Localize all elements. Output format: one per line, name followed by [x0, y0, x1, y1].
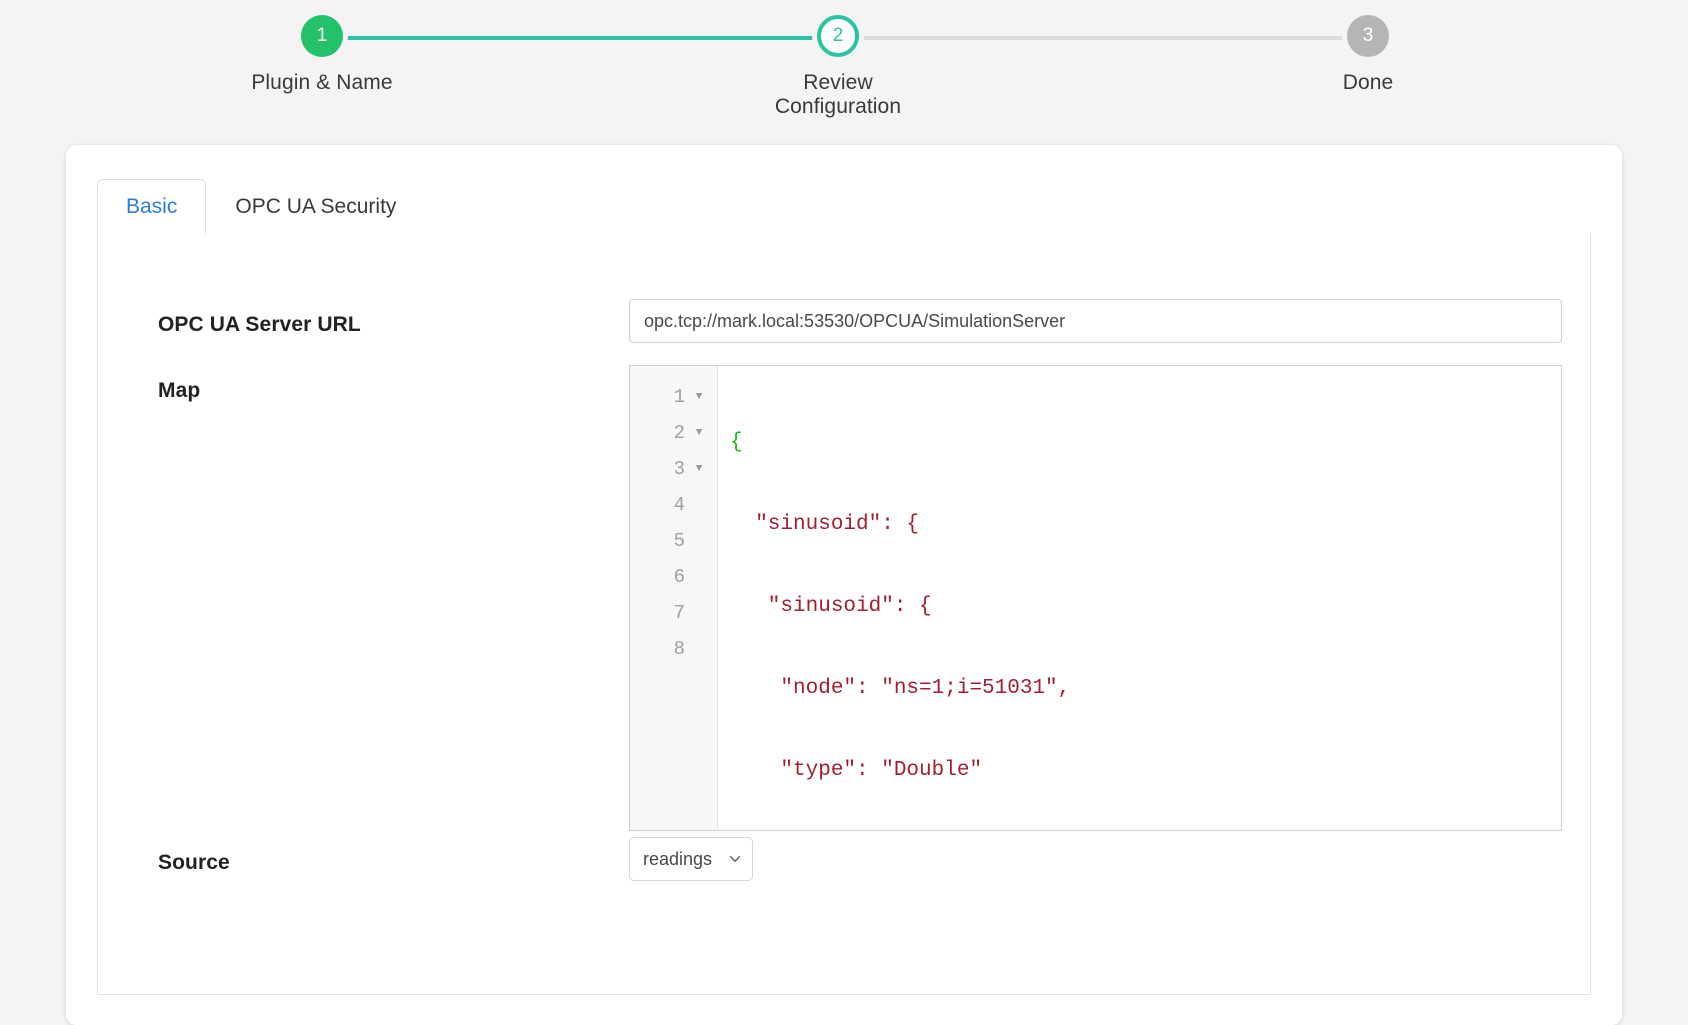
step-2-circle[interactable]: 2: [817, 15, 859, 57]
step-3-label: Done: [1268, 71, 1468, 95]
code-line: {: [730, 425, 1561, 461]
label-server-url: OPC UA Server URL: [158, 313, 361, 337]
line-number: 1: [674, 379, 685, 415]
fold-arrow-icon[interactable]: ▼: [691, 451, 707, 487]
code-text: "sinusoid": {: [730, 595, 932, 618]
step-plugin-and-name[interactable]: 1 Plugin & Name: [222, 0, 422, 95]
line-number-row: 1▼: [630, 379, 717, 415]
line-number: 2: [674, 415, 685, 451]
line-number-row: 2▼: [630, 415, 717, 451]
code-line: "node": "ns=1;i=51031",: [730, 671, 1561, 707]
chevron-down-icon[interactable]: [728, 852, 742, 866]
wizard-stepper: 1 Plugin & Name 2 Review Configuration 3…: [0, 0, 1688, 115]
step-1-number: 1: [317, 25, 328, 47]
line-number-row: 7: [630, 595, 717, 631]
step-done[interactable]: 3 Done: [1268, 0, 1468, 95]
tab-bar: Basic OPC UA Security: [97, 178, 425, 234]
code-text: {: [730, 431, 743, 454]
line-number: 4: [674, 487, 685, 523]
step-1-label: Plugin & Name: [222, 71, 422, 95]
label-map: Map: [158, 379, 200, 403]
step-2-label: Review Configuration: [738, 71, 938, 119]
code-line: "sinusoid": {: [730, 589, 1561, 625]
code-line: "sinusoid": {: [730, 507, 1561, 543]
line-number-row: 6: [630, 559, 717, 595]
code-text: "sinusoid": {: [730, 513, 919, 536]
step-1-circle[interactable]: 1: [301, 15, 343, 57]
map-json-editor[interactable]: 1▼ 2▼ 3▼ 4 5 6 7 8 { "sinusoid": { "sinu…: [629, 365, 1562, 831]
code-text: "type": "Double": [730, 759, 982, 782]
server-url-input[interactable]: [629, 299, 1562, 343]
editor-line-number-gutter: 1▼ 2▼ 3▼ 4 5 6 7 8: [630, 366, 718, 830]
line-number: 5: [674, 523, 685, 559]
tab-opc-ua-security[interactable]: OPC UA Security: [206, 179, 425, 234]
line-number: 3: [674, 451, 685, 487]
fold-arrow-icon[interactable]: ▼: [691, 379, 707, 415]
line-number: 8: [674, 631, 685, 667]
configuration-card: Basic OPC UA Security OPC UA Server URL …: [66, 145, 1622, 1025]
editor-code-area[interactable]: { "sinusoid": { "sinusoid": { "node": "n…: [718, 366, 1561, 830]
code-text: "node": "ns=1;i=51031",: [730, 677, 1070, 700]
tab-panel-basic: OPC UA Server URL Map 1▼ 2▼ 3▼ 4 5 6 7 8…: [97, 233, 1591, 995]
step-3-circle[interactable]: 3: [1347, 15, 1389, 57]
source-select-wrapper[interactable]: readings: [629, 837, 753, 881]
line-number: 7: [674, 595, 685, 631]
step-review-configuration[interactable]: 2 Review Configuration: [738, 0, 938, 119]
fold-arrow-icon[interactable]: ▼: [691, 415, 707, 451]
line-number-row: 5: [630, 523, 717, 559]
line-number: 6: [674, 559, 685, 595]
source-select[interactable]: readings: [629, 837, 753, 881]
tab-basic[interactable]: Basic: [97, 179, 206, 234]
source-select-value: readings: [643, 849, 712, 870]
line-number-row: 8: [630, 631, 717, 667]
code-line: "type": "Double": [730, 753, 1561, 789]
label-source: Source: [158, 851, 230, 875]
line-number-row: 4: [630, 487, 717, 523]
line-number-row: 3▼: [630, 451, 717, 487]
step-3-number: 3: [1363, 25, 1374, 47]
step-2-number: 2: [833, 25, 844, 47]
